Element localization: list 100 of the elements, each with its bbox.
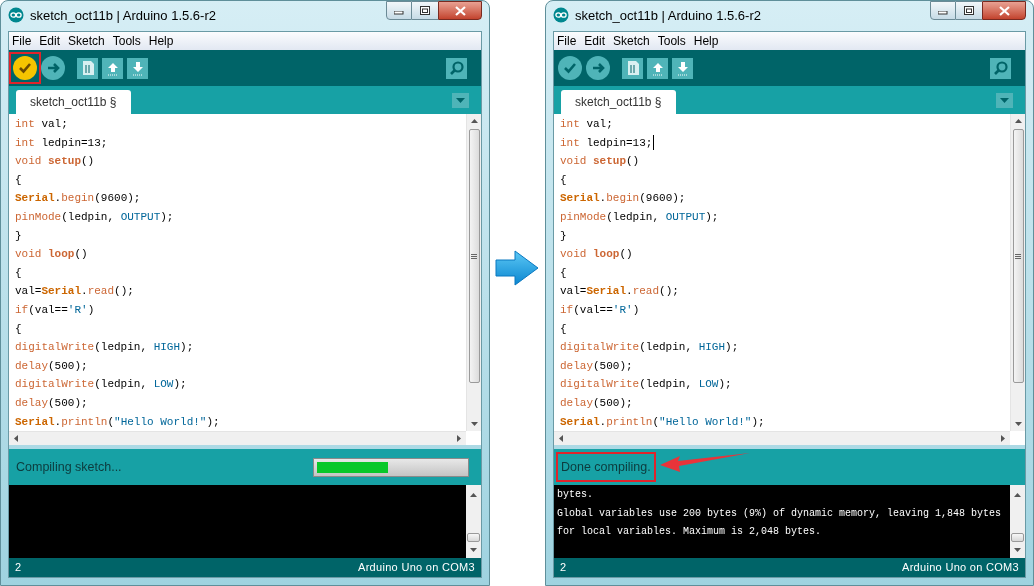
line-number: 2 — [15, 560, 22, 576]
menu-item[interactable]: Help — [147, 32, 175, 50]
serial-monitor-button[interactable] — [990, 57, 1011, 79]
code-line: void setup() — [560, 154, 640, 170]
down-arrow-icon — [1014, 548, 1021, 552]
upload-button[interactable] — [586, 56, 610, 80]
down-arrow-icon — [470, 422, 478, 426]
up-arrow-icon — [470, 493, 477, 497]
scrollbar-thumb[interactable] — [1012, 129, 1024, 383]
close-button[interactable] — [982, 1, 1026, 20]
tab-menu-button[interactable] — [996, 93, 1013, 108]
code-line: int val; — [560, 117, 613, 133]
horizontal-scrollbar[interactable] — [554, 431, 1010, 445]
console-line: Global variables use 200 bytes (9%) of dynamic memory, leaving 1,848 bytes — [557, 506, 1003, 521]
code-line: void setup() — [15, 154, 95, 170]
vertical-scrollbar[interactable] — [1010, 114, 1025, 431]
code-line: digitalWrite(ledpin, LOW); — [15, 377, 187, 393]
menu-item[interactable]: File — [556, 32, 578, 50]
caret-icon — [456, 98, 465, 103]
code-line: int ledpin=13; — [15, 135, 108, 151]
right-arrow-icon — [457, 435, 461, 442]
code-line: } — [15, 228, 22, 244]
maximize-button[interactable] — [412, 1, 438, 20]
menu-item[interactable]: Tools — [111, 32, 142, 50]
menu-item[interactable]: Edit — [38, 32, 62, 50]
board-port-label: Arduino Uno on COM3 — [902, 560, 1019, 576]
code-line: digitalWrite(ledpin, HIGH); — [560, 340, 739, 356]
code-line: int val; — [15, 117, 68, 133]
down-arrow-icon — [1014, 422, 1022, 426]
code-line: { — [560, 172, 567, 188]
save-button[interactable] — [672, 57, 693, 79]
horizontal-scrollbar[interactable] — [9, 431, 466, 445]
code-line: { — [560, 265, 567, 281]
code-line: { — [15, 321, 22, 337]
code-line: Serial.begin(9600); — [560, 191, 686, 207]
verify-button[interactable] — [558, 56, 582, 80]
status-message: Done compiling. — [556, 451, 656, 483]
serial-monitor-button[interactable] — [446, 57, 467, 79]
code-line: void loop() — [15, 247, 88, 263]
console-line: for local variables. Maximum is 2,048 bytes. — [557, 525, 823, 540]
vertical-scrollbar[interactable] — [1010, 485, 1025, 558]
code-line: delay(500); — [560, 358, 633, 374]
menu-item[interactable]: File — [11, 32, 33, 50]
code-line: if(val=='R') — [560, 303, 640, 318]
editor-tab[interactable]: sketch_oct11b § — [561, 90, 676, 114]
open-button[interactable] — [647, 57, 668, 79]
save-button[interactable] — [127, 57, 148, 79]
maximize-button[interactable] — [956, 1, 982, 20]
tab-menu-button[interactable] — [452, 93, 469, 108]
menu-item[interactable]: Edit — [583, 32, 607, 50]
menu-item[interactable]: Sketch — [67, 32, 106, 50]
code-line: delay(500); — [15, 395, 88, 411]
open-button[interactable] — [102, 57, 123, 79]
window-title: sketch_oct11b | Arduino 1.5.6-r2 — [575, 7, 761, 25]
right-arrow-icon — [1001, 435, 1005, 442]
code-line: } — [560, 228, 567, 244]
down-arrow-icon — [470, 548, 477, 552]
minimize-icon — [938, 11, 948, 15]
menu-item[interactable]: Tools — [656, 32, 687, 50]
scrollbar-thumb[interactable] — [1011, 533, 1024, 542]
status-message: Compiling sketch... — [15, 458, 123, 476]
window-title: sketch_oct11b | Arduino 1.5.6-r2 — [30, 7, 216, 25]
close-button[interactable] — [438, 1, 482, 20]
scrollbar-thumb[interactable] — [468, 129, 480, 383]
code-line: int ledpin=13; — [560, 135, 653, 151]
code-line: { — [15, 265, 22, 281]
vertical-scrollbar[interactable] — [466, 114, 481, 431]
caret-icon — [1000, 98, 1009, 103]
left-arrow-icon — [559, 435, 563, 442]
code-line: void loop() — [560, 247, 633, 263]
close-icon — [998, 5, 1010, 16]
search-icon — [448, 59, 465, 77]
menu-item[interactable]: Sketch — [612, 32, 651, 50]
maximize-icon — [420, 6, 430, 15]
code-line: if(val=='R') — [15, 303, 95, 318]
code-line: Serial.begin(9600); — [15, 191, 141, 207]
code-line: Serial.println("Hello World!"); — [15, 414, 220, 430]
code-line: delay(500); — [15, 358, 88, 374]
up-arrow-icon — [470, 119, 478, 123]
new-button[interactable] — [77, 57, 98, 79]
minimize-icon — [394, 11, 404, 15]
infinity-logo-icon — [553, 7, 569, 23]
code-line: { — [15, 172, 22, 188]
menu-item[interactable]: Help — [692, 32, 720, 50]
close-icon — [454, 5, 466, 16]
right-arrow-icon — [495, 250, 540, 286]
left-arrow-icon — [14, 435, 18, 442]
new-button[interactable] — [622, 57, 643, 79]
board-port-label: Arduino Uno on COM3 — [358, 560, 475, 576]
infinity-logo-icon — [8, 7, 24, 23]
vertical-scrollbar[interactable] — [466, 485, 481, 558]
search-icon — [992, 59, 1009, 77]
line-number: 2 — [560, 560, 567, 576]
editor-tab[interactable]: sketch_oct11b § — [16, 90, 131, 114]
code-line: pinMode(ledpin, OUTPUT); — [560, 210, 719, 225]
upload-button[interactable] — [41, 56, 65, 80]
maximize-icon — [964, 6, 974, 15]
code-line: delay(500); — [560, 395, 633, 411]
scrollbar-thumb[interactable] — [467, 533, 480, 542]
code-line: { — [560, 321, 567, 337]
